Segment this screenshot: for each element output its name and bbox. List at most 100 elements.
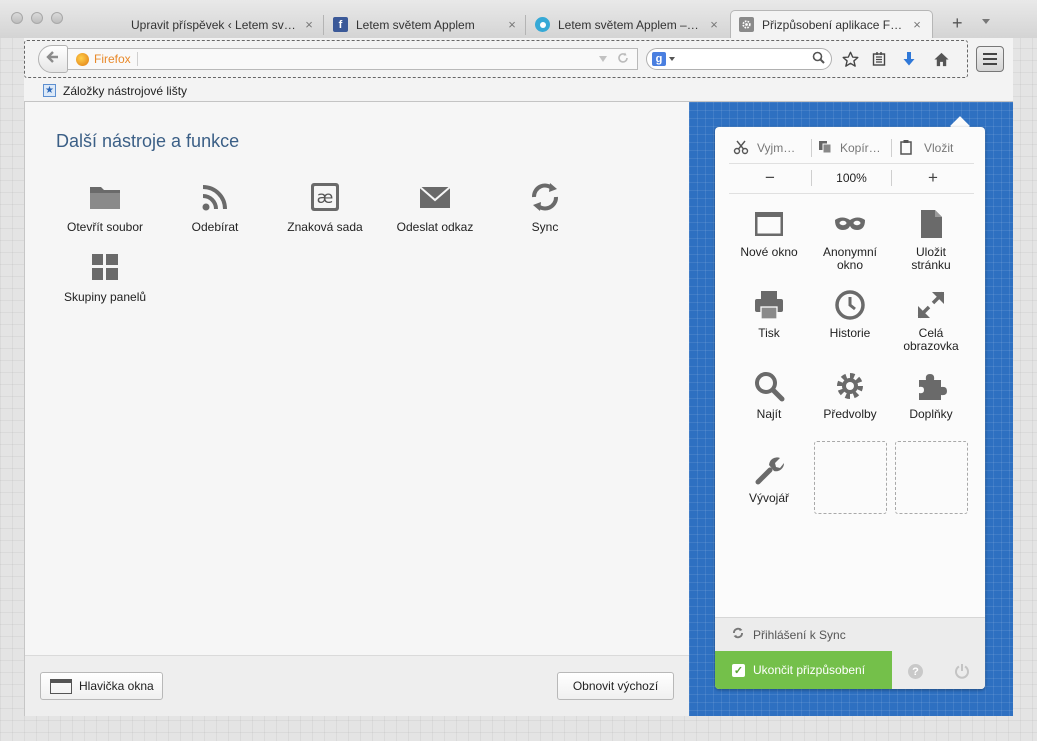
addons-button[interactable]: Doplňky <box>892 369 970 421</box>
search-go-icon[interactable] <box>812 51 825 67</box>
menu-bar-line <box>983 63 997 65</box>
tab-facebook[interactable]: f Letem světem Applem × <box>333 11 519 38</box>
exit-customize-button[interactable]: ✓ Ukončit přizpůsobení <box>715 651 892 689</box>
tab-site[interactable]: Letem světem Applem – … × <box>535 11 721 38</box>
copy-label: Kopír… <box>840 141 881 155</box>
preferences-label: Předvolby <box>823 407 877 421</box>
tab-close-icon[interactable]: × <box>505 17 519 32</box>
bookmarks-toolbar-star-icon: ★ <box>43 84 56 97</box>
gear-icon <box>739 17 754 32</box>
url-dropdown-icon[interactable] <box>599 56 607 62</box>
palette-item-charset[interactable]: æ Znaková sada <box>275 178 375 234</box>
tab-label: Upravit příspěvek ‹ Letem sv… <box>131 17 296 32</box>
wrench-icon <box>755 457 785 485</box>
palette-item-panel-groups[interactable]: Skupiny panelů <box>55 248 155 304</box>
palette-item-open-file[interactable]: Otevřít soubor <box>55 178 155 234</box>
restore-defaults-label: Obnovit výchozí <box>572 679 659 693</box>
url-bar[interactable]: Firefox <box>68 48 638 70</box>
envelope-icon <box>419 186 451 208</box>
panel-divider <box>729 193 974 194</box>
palette-item-subscribe[interactable]: Odebírat <box>165 178 265 234</box>
private-window-label: Anonymní okno <box>822 245 878 272</box>
restore-defaults-button[interactable]: Obnovit výchozí <box>557 672 674 700</box>
puzzle-icon <box>919 374 947 400</box>
bookmarks-toolbar[interactable]: ★ Záložky nástrojové lišty <box>24 80 1013 102</box>
zoom-reset-button[interactable]: 100% <box>812 166 891 190</box>
copy-icon <box>817 139 833 158</box>
help-icon[interactable]: ? <box>908 664 923 679</box>
scissors-icon <box>733 139 749 158</box>
back-button[interactable] <box>38 45 68 73</box>
bookmark-star-icon[interactable] <box>839 48 861 70</box>
edit-divider <box>891 139 892 157</box>
back-arrow-icon <box>46 50 60 68</box>
fullscreen-icon <box>917 291 945 319</box>
clock-icon <box>835 290 865 320</box>
engine-dropdown-icon[interactable] <box>669 57 675 61</box>
print-button[interactable]: Tisk <box>730 288 808 340</box>
zoom-in-button[interactable]: + <box>892 166 974 190</box>
titlebar-toggle-button[interactable]: Hlavička okna <box>40 672 163 700</box>
titlebar-toggle-label: Hlavička okna <box>79 679 154 693</box>
url-identity-label: Firefox <box>94 52 131 66</box>
url-bar-divider <box>136 52 138 66</box>
private-mask-icon <box>835 217 865 230</box>
charset-glyph: æ <box>317 188 334 208</box>
developer-label: Vývojář <box>748 491 789 505</box>
history-button[interactable]: Historie <box>811 288 889 340</box>
cut-button[interactable]: Vyjm… <box>733 136 811 160</box>
empty-slot-placeholder[interactable] <box>895 441 968 514</box>
palette-item-label: Odebírat <box>191 220 239 234</box>
new-tab-button[interactable]: + <box>952 13 963 34</box>
zoom-window-button[interactable] <box>51 12 63 24</box>
home-icon[interactable] <box>930 48 952 70</box>
minimize-window-button[interactable] <box>31 12 43 24</box>
charset-icon: æ <box>311 183 339 211</box>
close-window-button[interactable] <box>11 12 23 24</box>
search-bar[interactable]: g <box>646 48 832 70</box>
tab-close-icon[interactable]: × <box>302 17 316 32</box>
google-engine-icon[interactable]: g <box>652 52 666 66</box>
facebook-icon: f <box>333 17 348 32</box>
clipboard-icon <box>899 139 913 158</box>
empty-slot-placeholder[interactable] <box>814 441 887 514</box>
copy-button[interactable]: Kopír… <box>817 136 891 160</box>
tab-close-icon[interactable]: × <box>910 17 924 32</box>
new-window-button[interactable]: Nové okno <box>730 207 808 259</box>
palette-item-label: Odeslat odkaz <box>396 220 474 234</box>
private-window-button[interactable]: Anonymní okno <box>811 207 889 272</box>
tab-list-dropdown-icon[interactable] <box>982 19 990 24</box>
find-button[interactable]: Najít <box>730 369 808 421</box>
fullscreen-button[interactable]: Celá obrazovka <box>892 288 970 353</box>
bookmarks-menu-icon[interactable] <box>868 48 890 70</box>
cut-label: Vyjm… <box>757 141 796 155</box>
fullscreen-label: Celá obrazovka <box>903 326 959 353</box>
tab-close-icon[interactable]: × <box>707 17 721 32</box>
power-quit-icon[interactable] <box>954 663 970 682</box>
save-page-button[interactable]: Uložit stránku <box>892 207 970 272</box>
tab-label: Letem světem Applem <box>356 17 475 32</box>
tab-label: Letem světem Applem – … <box>558 17 701 32</box>
preferences-button[interactable]: Předvolby <box>811 369 889 421</box>
palette-item-sync[interactable]: Sync <box>495 178 595 234</box>
customize-footer: Hlavička okna Obnovit výchozí <box>25 655 689 716</box>
tab-edit-post[interactable]: Upravit příspěvek ‹ Letem sv… × <box>131 11 316 38</box>
tab-separator <box>323 15 324 35</box>
sync-signin-label: Přihlášení k Sync <box>753 627 846 642</box>
paste-button[interactable]: Vložit <box>899 136 979 160</box>
palette-item-label: Sync <box>531 220 559 234</box>
sync-icon <box>731 626 745 643</box>
sync-signin-button[interactable]: Přihlášení k Sync <box>715 617 985 651</box>
developer-button[interactable]: Vývojář <box>730 453 808 505</box>
reload-icon[interactable] <box>617 52 629 67</box>
gear-icon <box>837 373 863 399</box>
hamburger-menu-button[interactable] <box>976 46 1004 72</box>
tab-customize[interactable]: Přizpůsobení aplikace Fir… × <box>730 10 933 38</box>
tab-label: Přizpůsobení aplikace Fir… <box>762 17 904 32</box>
paste-label: Vložit <box>924 141 954 155</box>
checkbox-icon: ✓ <box>732 663 745 677</box>
zoom-out-button[interactable]: − <box>731 166 809 190</box>
palette-item-email-link[interactable]: Odeslat odkaz <box>385 178 485 234</box>
save-page-icon <box>921 210 942 238</box>
downloads-arrow-icon[interactable] <box>898 48 920 70</box>
